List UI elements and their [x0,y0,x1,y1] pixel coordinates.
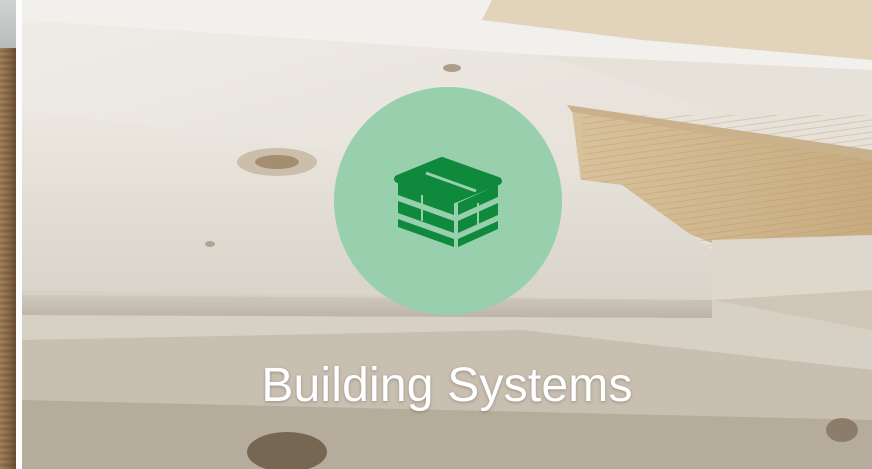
slide-title[interactable]: Building Systems [22,356,872,416]
stacked-timber-icon [392,149,504,254]
slide[interactable]: Building Systems [0,0,872,469]
category-badge[interactable] [334,87,562,315]
previous-slide-edge[interactable] [0,0,16,469]
